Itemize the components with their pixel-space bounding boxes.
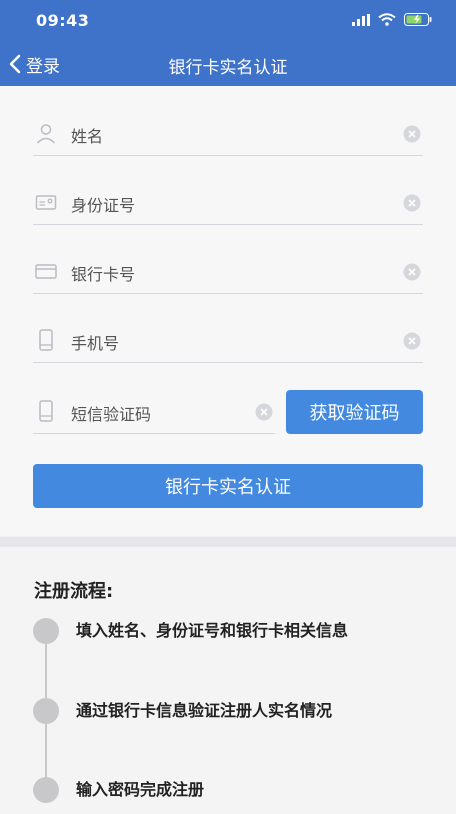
- bank-card-placeholder: 银行卡号: [71, 265, 136, 284]
- id-number-placeholder: 身份证号: [71, 196, 136, 215]
- status-time: 09:43: [36, 11, 90, 30]
- id-card-icon: [35, 195, 57, 210]
- signal-icon: [352, 13, 370, 26]
- clear-icon[interactable]: [403, 125, 421, 143]
- status-bar: 09:43: [0, 0, 456, 40]
- name-placeholder: 姓名: [71, 127, 104, 146]
- phone-field[interactable]: 手机号: [33, 317, 423, 363]
- bank-card-field[interactable]: 银行卡号: [33, 248, 423, 294]
- wifi-icon: [378, 13, 396, 26]
- phone-icon: [39, 329, 53, 351]
- clear-icon[interactable]: [403, 194, 421, 212]
- step-dot: [33, 777, 59, 803]
- bank-card-icon: [35, 264, 57, 279]
- user-icon: [36, 124, 56, 144]
- step-text: 输入密码完成注册: [76, 780, 205, 799]
- section-divider: [0, 537, 456, 547]
- clear-icon[interactable]: [403, 263, 421, 281]
- phone-placeholder: 手机号: [71, 334, 120, 353]
- process-step: 输入密码完成注册: [33, 776, 433, 803]
- step-dot: [33, 698, 59, 724]
- nav-bar: 登录 银行卡实名认证: [0, 44, 456, 84]
- registration-process: 注册流程: 填入姓名、身份证号和银行卡相关信息 通过银行卡信息验证注册人实名情况…: [0, 547, 456, 814]
- process-title: 注册流程:: [34, 581, 114, 602]
- status-icons: [352, 13, 432, 26]
- process-step: 通过银行卡信息验证注册人实名情况: [33, 697, 433, 724]
- name-field[interactable]: 姓名: [33, 110, 423, 156]
- step-text: 填入姓名、身份证号和银行卡相关信息: [76, 621, 349, 640]
- phone-icon: [39, 400, 53, 422]
- id-number-field[interactable]: 身份证号: [33, 179, 423, 225]
- sms-code-field[interactable]: 短信验证码: [33, 388, 275, 434]
- submit-verification-button[interactable]: 银行卡实名认证: [33, 464, 423, 508]
- sms-code-placeholder: 短信验证码: [71, 405, 152, 424]
- verification-form: 姓名 身份证号 银行卡号 手机号 短信验证码 获取验证码 银行卡实名认证: [0, 86, 456, 536]
- step-text: 通过银行卡信息验证注册人实名情况: [76, 701, 333, 720]
- process-step: 填入姓名、身份证号和银行卡相关信息: [33, 617, 433, 644]
- step-dot: [33, 618, 59, 644]
- get-code-button[interactable]: 获取验证码: [286, 390, 423, 434]
- page-title: 银行卡实名认证: [168, 58, 288, 78]
- clear-icon[interactable]: [255, 403, 273, 421]
- app-header: 09:43 登录 银行卡实名认证: [0, 0, 456, 86]
- battery-icon: [404, 13, 432, 26]
- clear-icon[interactable]: [403, 332, 421, 350]
